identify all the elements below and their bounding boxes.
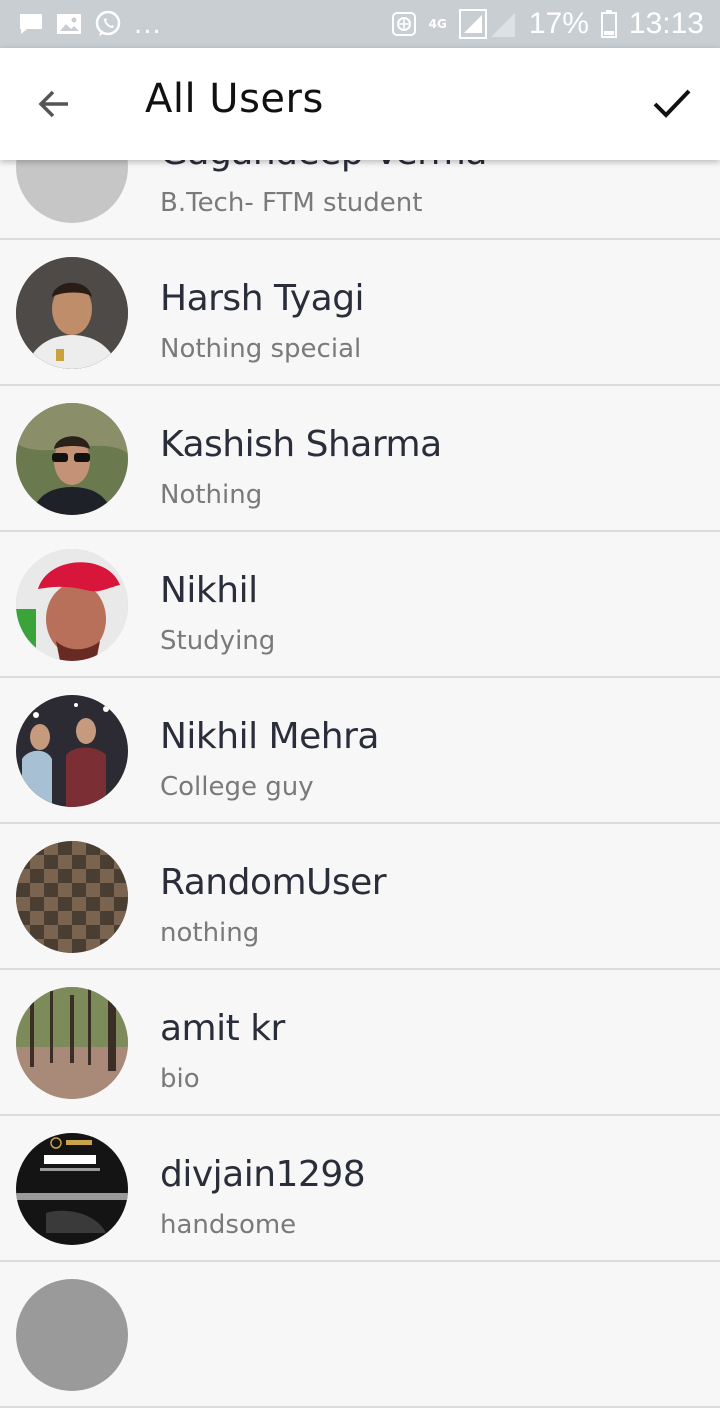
user-bio: B.Tech- FTM student — [160, 188, 423, 218]
page-title: All Users — [145, 76, 324, 122]
status-overflow: ... — [134, 10, 162, 40]
user-bio: Studying — [160, 626, 276, 656]
user-bio: handsome — [160, 1210, 297, 1240]
user-bio: bio — [160, 1064, 200, 1094]
list-item[interactable]: Harsh Tyagi Nothing special — [0, 240, 720, 386]
user-name: Nikhil Mehra — [160, 716, 379, 757]
avatar — [16, 549, 128, 661]
network-type: 4G — [428, 17, 447, 31]
message-icon — [18, 12, 44, 36]
confirm-button[interactable] — [646, 78, 698, 130]
battery-icon — [600, 10, 617, 38]
user-name: Nikhil — [160, 570, 258, 611]
user-name: amit kr — [160, 1008, 285, 1049]
list-item[interactable] — [0, 1262, 720, 1408]
avatar — [16, 403, 128, 515]
status-bar-right: 4G 17% 13:13 — [391, 9, 704, 39]
clock: 13:13 — [628, 7, 704, 40]
arrow-back-icon — [38, 90, 68, 118]
list-item[interactable]: Nikhil Studying — [0, 532, 720, 678]
avatar — [16, 841, 128, 953]
user-bio: Nothing — [160, 480, 263, 510]
vpn-icon — [391, 11, 417, 37]
back-button[interactable] — [28, 78, 80, 130]
list-item[interactable]: Nikhil Mehra College guy — [0, 678, 720, 824]
user-bio: College guy — [160, 772, 314, 802]
user-bio: Nothing special — [160, 334, 362, 364]
signal-icon — [458, 9, 517, 39]
list-item[interactable]: RandomUser nothing — [0, 824, 720, 970]
status-bar: ... 4G 17% 13:13 — [0, 0, 720, 48]
user-name: Kashish Sharma — [160, 424, 442, 465]
whatsapp-icon — [94, 10, 122, 38]
user-bio: nothing — [160, 918, 260, 948]
status-bar-left: ... — [18, 8, 162, 40]
list-item[interactable]: Kashish Sharma Nothing — [0, 386, 720, 532]
check-icon — [653, 89, 691, 118]
user-name: divjain1298 — [160, 1154, 366, 1195]
gallery-icon — [56, 12, 82, 36]
user-name: Harsh Tyagi — [160, 278, 365, 319]
user-list[interactable]: Gagandeep Verma B.Tech- FTM student Hars… — [0, 94, 720, 1408]
avatar — [16, 987, 128, 1099]
user-name: RandomUser — [160, 862, 387, 903]
avatar — [16, 257, 128, 369]
avatar — [16, 695, 128, 807]
app-bar: All Users — [0, 48, 720, 160]
battery-percent: 17% — [528, 7, 589, 40]
avatar — [16, 1279, 128, 1391]
avatar — [16, 1133, 128, 1245]
list-item[interactable]: amit kr bio — [0, 970, 720, 1116]
list-item[interactable]: divjain1298 handsome — [0, 1116, 720, 1262]
